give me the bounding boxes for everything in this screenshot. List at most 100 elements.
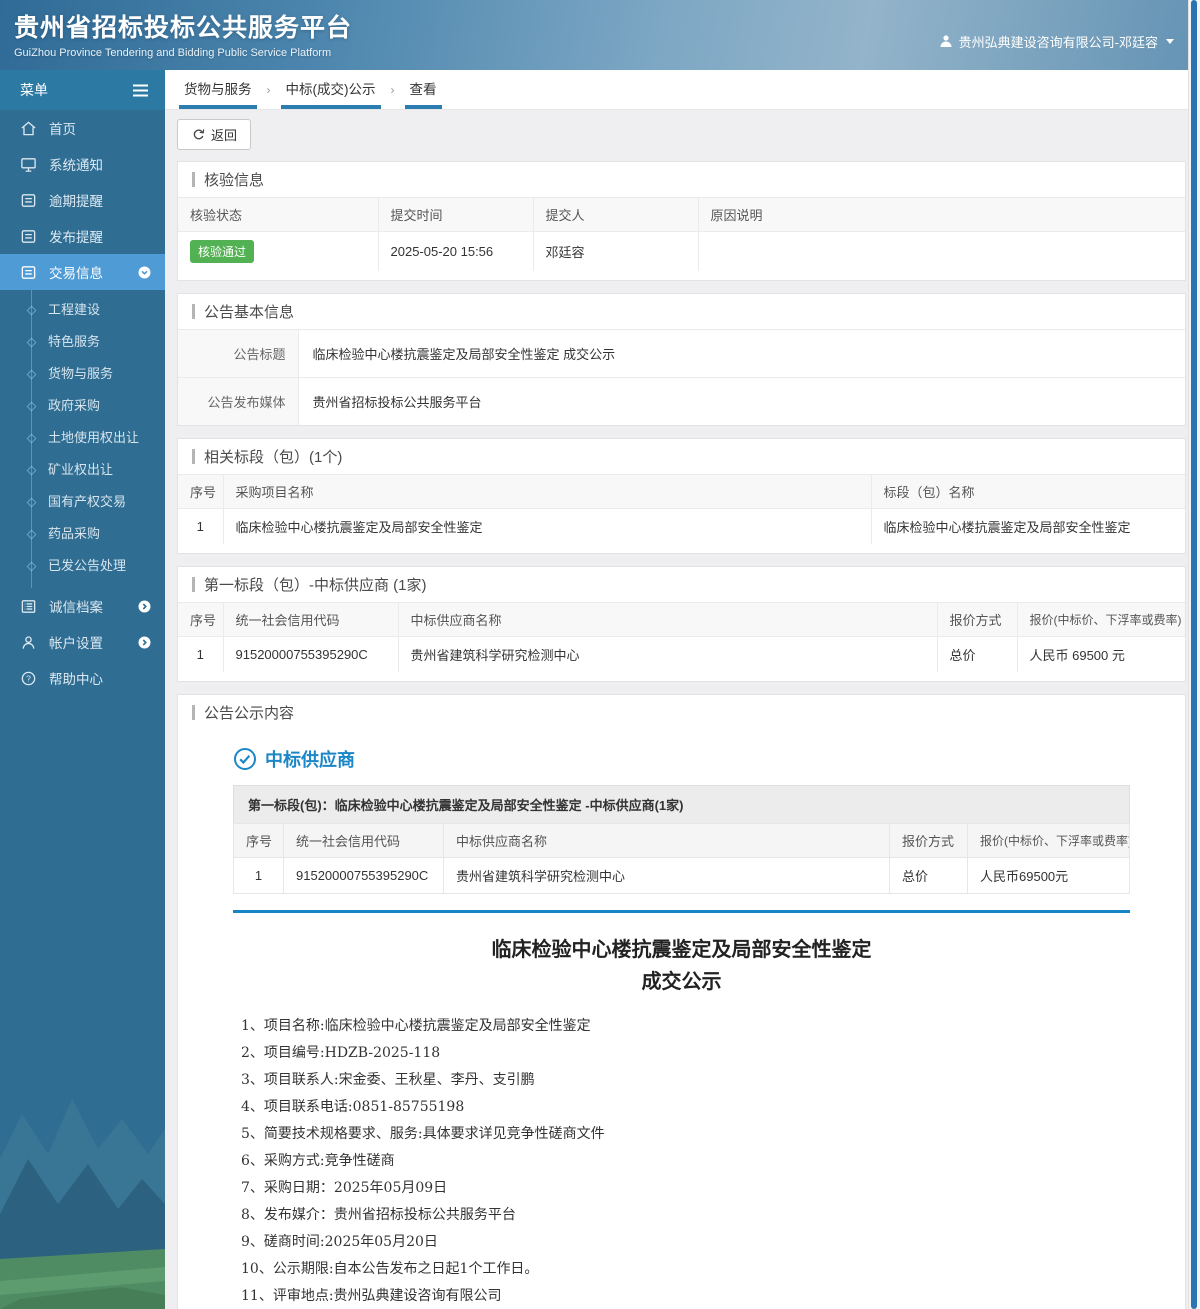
- target-check-icon: [233, 747, 257, 771]
- col-header: 提交时间: [378, 197, 534, 232]
- scrollbar-thumb[interactable]: [1191, 0, 1197, 1309]
- sidebar-item-publish-reminder[interactable]: 发布提醒: [0, 218, 165, 254]
- sidebar-item-label: 首页: [49, 122, 76, 137]
- doc-item: 7、采购日期：2025年05月09日: [241, 1180, 448, 1196]
- col-header: 原因说明: [698, 197, 1185, 232]
- col-header: 标段（包）名称: [871, 474, 1185, 509]
- doc-title-line2: 成交公示: [641, 969, 722, 993]
- info-row: 公告标题 临床检验中心楼抗震鉴定及局部安全性鉴定 成交公示: [178, 329, 1185, 378]
- breadcrumb-view[interactable]: 查看: [404, 70, 442, 109]
- sidebar-item-label: 发布提醒: [49, 230, 103, 245]
- chevron-right-circle-icon: [138, 636, 151, 649]
- col-header: 报价(中标价、下浮率或费率): [1017, 602, 1185, 637]
- breadcrumb-award-notice[interactable]: 中标(成交)公示: [280, 70, 381, 109]
- doc-item: 4、项目联系电话:0851-85755198: [241, 1099, 465, 1115]
- submenu-item-engineering[interactable]: 工程建设: [0, 294, 165, 326]
- breadcrumb-separator: ›: [266, 82, 271, 97]
- field-label: 公告标题: [178, 329, 299, 378]
- col-header: 序号: [178, 602, 224, 637]
- col-header: 提交人: [533, 197, 699, 232]
- submenu-item-goods-services[interactable]: 货物与服务: [0, 358, 165, 390]
- section-title: 核验信息: [178, 162, 1185, 197]
- sidebar-mountain-art: [0, 1029, 165, 1309]
- sidebar-item-label: 帐户设置: [49, 636, 103, 651]
- table-row: 核验通过 2025-05-20 15:56 邓廷容: [178, 231, 1185, 271]
- doc-item: 10、公示期限:自本公告发布之日起1个工作日。: [241, 1261, 539, 1277]
- submenu-item-mining-rights[interactable]: 矿业权出让: [0, 454, 165, 486]
- related-sections-panel: 相关标段（包）(1个) 序号 采购项目名称 标段（包）名称 1 临床检验中心楼抗…: [177, 438, 1186, 554]
- sidebar-item-label: 诚信档案: [49, 600, 103, 615]
- sidebar-item-help-center[interactable]: ? 帮助中心: [0, 660, 165, 696]
- scrollbar: [1188, 0, 1200, 1309]
- breadcrumb-separator: ›: [390, 82, 395, 97]
- submenu-item-state-property[interactable]: 国有产权交易: [0, 486, 165, 518]
- doc-item: 3、项目联系人:宋金委、王秋星、李丹、支引鹏: [241, 1072, 535, 1088]
- main-area: 货物与服务 › 中标(成交)公示 › 查看 返回 核验信息 核验状态 提交时间 …: [165, 70, 1200, 1309]
- field-label: 公告发布媒体: [178, 377, 299, 425]
- table-row: 1 临床检验中心楼抗震鉴定及局部安全性鉴定 临床检验中心楼抗震鉴定及局部安全性鉴…: [178, 508, 1185, 544]
- winner-panel: 第一标段（包）-中标供应商 (1家) 序号 统一社会信用代码 中标供应商名称 报…: [177, 566, 1186, 682]
- doc-title-line1: 临床检验中心楼抗震鉴定及局部安全性鉴定: [491, 937, 872, 961]
- field-value: 临床检验中心楼抗震鉴定及局部安全性鉴定 成交公示: [298, 329, 1185, 378]
- content-area: 返回 核验信息 核验状态 提交时间 提交人 原因说明 核验通过 2025-05-…: [165, 110, 1200, 1309]
- doc-item: 8、发布媒介：贵州省招标投标公共服务平台: [241, 1207, 516, 1223]
- back-button[interactable]: 返回: [177, 119, 252, 150]
- col-header: 报价方式: [889, 823, 968, 858]
- submit-time: 2025-05-20 15:56: [378, 231, 534, 271]
- submenu-item-published-notices[interactable]: 已发公告处理: [0, 550, 165, 582]
- section-title: 第一标段（包）-中标供应商 (1家): [178, 567, 1185, 602]
- sidebar-item-trade-info[interactable]: 交易信息: [0, 254, 165, 290]
- chevron-down-icon: [1166, 38, 1174, 44]
- section-title: 公告公示内容: [178, 695, 1185, 730]
- submenu-item-drug-procurement[interactable]: 药品采购: [0, 518, 165, 550]
- sidebar-item-label: 帮助中心: [49, 672, 103, 687]
- trade-info-submenu: 工程建设 特色服务 货物与服务 政府采购 土地使用权出让 矿业权出让 国有产权交…: [0, 290, 165, 588]
- memo-icon: [20, 228, 37, 245]
- submenu-item-land-use[interactable]: 土地使用权出让: [0, 422, 165, 454]
- reason: [698, 231, 1185, 271]
- return-arrow-icon: [191, 128, 205, 141]
- sidebar: 菜单 首页 系统通知 逾期提醒 发布提醒 交易信息 工程建设 特色服务 货物与服…: [0, 70, 165, 1309]
- hamburger-icon[interactable]: [132, 84, 149, 97]
- sidebar-item-label: 逾期提醒: [49, 194, 103, 209]
- sidebar-item-account-settings[interactable]: 帐户设置: [0, 624, 165, 660]
- chevron-down-circle-icon: [138, 266, 151, 279]
- page-subtitle: GuiZhou Province Tendering and Bidding P…: [14, 47, 332, 59]
- submenu-item-gov-procurement[interactable]: 政府采购: [0, 390, 165, 422]
- memo-icon: [20, 264, 37, 281]
- doc-item: 11、评审地点:贵州弘典建设咨询有限公司: [241, 1288, 502, 1304]
- sidebar-item-overdue-reminder[interactable]: 逾期提醒: [0, 182, 165, 218]
- submenu-item-special-service[interactable]: 特色服务: [0, 326, 165, 358]
- col-header: 统一社会信用代码: [223, 602, 399, 637]
- user-name: 贵州弘典建设咨询有限公司-邓廷容: [958, 34, 1158, 50]
- sidebar-item-credit-archive[interactable]: 诚信档案: [0, 588, 165, 624]
- user-icon: [939, 34, 953, 48]
- brand: 贵州省招标投标公共服务平台 GuiZhou Province Tendering…: [14, 8, 352, 70]
- sidebar-item-home[interactable]: 首页: [0, 110, 165, 146]
- help-icon: ?: [20, 670, 37, 687]
- sidebar-item-label: 系统通知: [49, 158, 103, 173]
- verify-panel: 核验信息 核验状态 提交时间 提交人 原因说明 核验通过 2025-05-20 …: [177, 161, 1186, 281]
- person-icon: [20, 634, 37, 651]
- col-header: 中标供应商名称: [443, 823, 890, 858]
- memo-icon: [20, 192, 37, 209]
- svg-text:?: ?: [26, 673, 31, 683]
- doc-body: 1、项目名称:临床检验中心楼抗震鉴定及局部安全性鉴定 2、项目编号:HDZB-2…: [233, 997, 1130, 1309]
- doc-item: 9、磋商时间:2025年05月20日: [241, 1234, 438, 1250]
- user-menu[interactable]: 贵州弘典建设咨询有限公司-邓廷容: [939, 30, 1174, 52]
- sidebar-item-system-notice[interactable]: 系统通知: [0, 146, 165, 182]
- breadcrumb-goods-services[interactable]: 货物与服务: [179, 70, 257, 109]
- bid-price: 人民币69500元: [967, 857, 1130, 894]
- col-header: 核验状态: [178, 197, 379, 232]
- col-header: 中标供应商名称: [398, 602, 938, 637]
- blue-divider: [233, 910, 1130, 913]
- col-header: 统一社会信用代码: [283, 823, 444, 858]
- monitor-icon: [20, 156, 37, 173]
- field-value: 贵州省招标投标公共服务平台: [298, 377, 1185, 425]
- col-header: 报价(中标价、下浮率或费率): [967, 823, 1130, 858]
- bid-price: 人民币 69500 元: [1017, 636, 1185, 672]
- doc-item: 2、项目编号:HDZB-2025-118: [241, 1045, 441, 1061]
- doc-item: 1、项目名称:临床检验中心楼抗震鉴定及局部安全性鉴定: [241, 1018, 591, 1034]
- announcement-info-panel: 公告基本信息 公告标题 临床检验中心楼抗震鉴定及局部安全性鉴定 成交公示 公告发…: [177, 293, 1186, 426]
- announcement-content-panel: 公告公示内容 中标供应商 第一标段(包)：临床检验中心楼抗震鉴定及局部安全性鉴定…: [177, 694, 1186, 1309]
